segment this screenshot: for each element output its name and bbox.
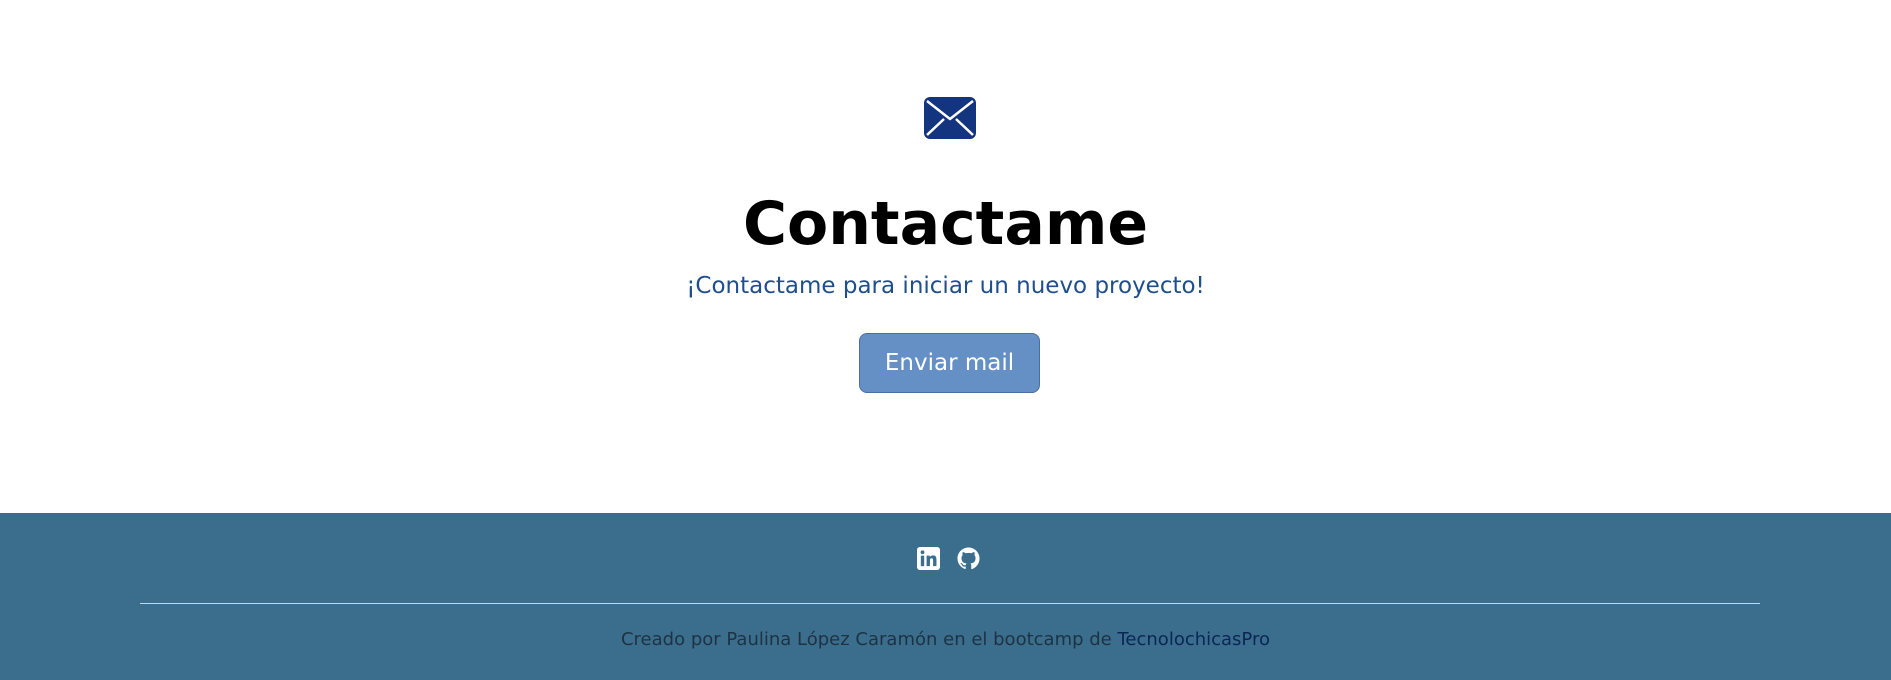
footer-divider bbox=[140, 603, 1760, 604]
page-title: Contactame bbox=[742, 189, 1149, 259]
tecnolochicas-link[interactable]: TecnolochicasPro bbox=[1117, 629, 1270, 650]
footer-credit: Creado por Paulina López Caramón en el b… bbox=[0, 627, 1891, 653]
footer bbox=[0, 513, 1891, 680]
github-icon[interactable] bbox=[957, 547, 980, 570]
send-mail-button[interactable]: Enviar mail bbox=[859, 333, 1040, 393]
linkedin-icon[interactable] bbox=[917, 547, 940, 570]
social-links bbox=[917, 547, 980, 570]
footer-credit-text: Creado por Paulina López Caramón en el b… bbox=[620, 629, 1118, 650]
contact-section: Contactame ¡Contactame para iniciar un n… bbox=[0, 0, 1891, 513]
envelope-icon bbox=[924, 97, 976, 139]
contact-subtitle: ¡Contactame para iniciar un nuevo proyec… bbox=[686, 273, 1205, 299]
